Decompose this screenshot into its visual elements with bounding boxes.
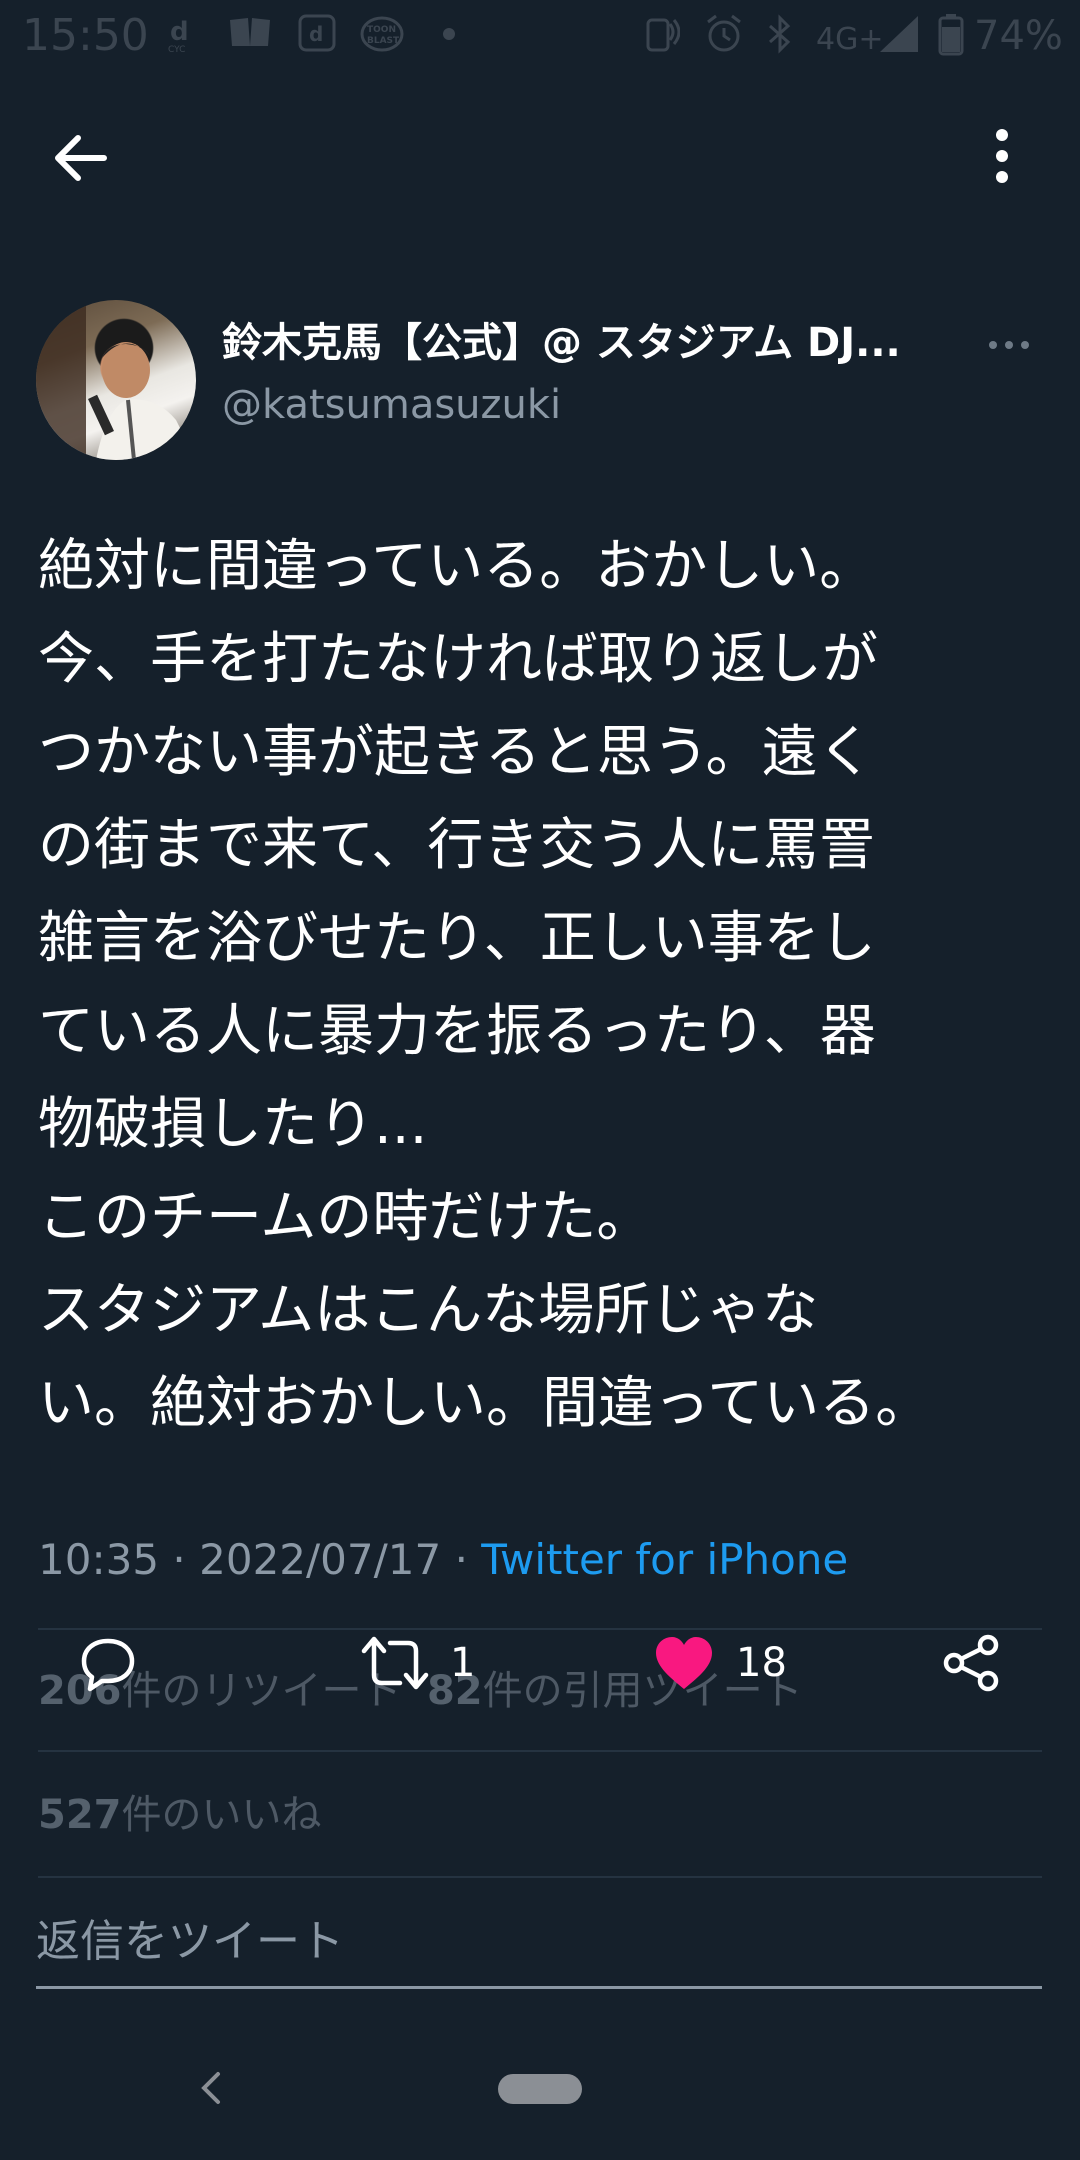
battery-icon <box>938 14 964 56</box>
author-handle[interactable]: @katsumasuzuki <box>222 380 561 430</box>
tweet-date: 2022/07/17 <box>199 1535 442 1584</box>
likes-stats[interactable]: 527件のいいね <box>38 1788 322 1842</box>
nfc-icon <box>640 14 681 52</box>
back-button[interactable] <box>50 128 120 188</box>
likes-label: 件のいいね <box>121 1792 322 1838</box>
meta-separator: · <box>172 1535 186 1584</box>
author-name[interactable]: 鈴木克馬【公式】@ スタジアム DJ... <box>222 318 962 368</box>
reply-input[interactable]: 返信をツイート <box>36 1912 344 1972</box>
dot-icon <box>442 14 456 52</box>
overflow-menu-button[interactable] <box>990 126 1014 186</box>
svg-text:d: d <box>170 17 189 47</box>
tweet-time: 10:35 <box>38 1535 160 1584</box>
like-button[interactable]: 18 <box>652 1628 787 1698</box>
tweet-options-button[interactable] <box>985 330 1035 360</box>
divider <box>38 1750 1042 1752</box>
docomo-d-icon: d CYC <box>168 14 196 55</box>
reply-button[interactable] <box>78 1628 158 1698</box>
alarm-icon <box>704 14 744 52</box>
d-app-icon: d <box>298 14 336 52</box>
vertical-dots-icon <box>996 129 1008 183</box>
likes-count: 527 <box>38 1792 122 1838</box>
home-gesture-pill[interactable] <box>498 2074 582 2104</box>
bluetooth-icon <box>766 14 794 54</box>
retweet-count: 1 <box>450 1640 476 1686</box>
network-type: 4G+ <box>816 22 884 57</box>
retweet-button[interactable]: 1 <box>360 1628 475 1698</box>
heart-filled-icon <box>656 1637 712 1689</box>
tweet-meta: 10:35 · 2022/07/17 · Twitter for iPhone <box>38 1532 848 1588</box>
like-count: 18 <box>736 1640 787 1686</box>
share-button[interactable] <box>942 1628 1002 1698</box>
signal-icon <box>878 14 920 52</box>
tweet-text: 絶対に間違っている。おかしい。 今、手を打たなければ取り返しが つかない事が起き… <box>38 534 932 1436</box>
divider <box>38 1876 1042 1878</box>
svg-text:TOON: TOON <box>367 25 396 35</box>
toon-blast-icon: TOON BLAST <box>360 14 404 52</box>
tweet-source-link[interactable]: Twitter for iPhone <box>481 1535 848 1584</box>
arrow-left-icon <box>55 135 107 181</box>
svg-text:BLAST: BLAST <box>367 36 400 46</box>
status-time: 15:50 <box>22 10 149 61</box>
book-icon <box>228 14 272 52</box>
svg-text:CYC: CYC <box>168 45 185 54</box>
author-avatar[interactable] <box>36 300 196 460</box>
chevron-left-icon <box>201 2072 220 2104</box>
share-icon <box>943 1634 999 1692</box>
nav-back-button[interactable] <box>196 2066 226 2110</box>
divider <box>38 1628 1042 1630</box>
svg-text:d: d <box>309 22 323 46</box>
meta-separator: · <box>454 1535 468 1584</box>
reply-input-underline <box>36 1986 1042 1989</box>
retweet-icon <box>361 1636 429 1690</box>
reply-icon <box>81 1638 135 1692</box>
status-bar: 15:50 d CYC d TOON BLAST 4G+ 74% <box>0 0 1080 75</box>
battery-percent: 74% <box>974 13 1063 59</box>
horizontal-dots-icon <box>989 341 1029 349</box>
